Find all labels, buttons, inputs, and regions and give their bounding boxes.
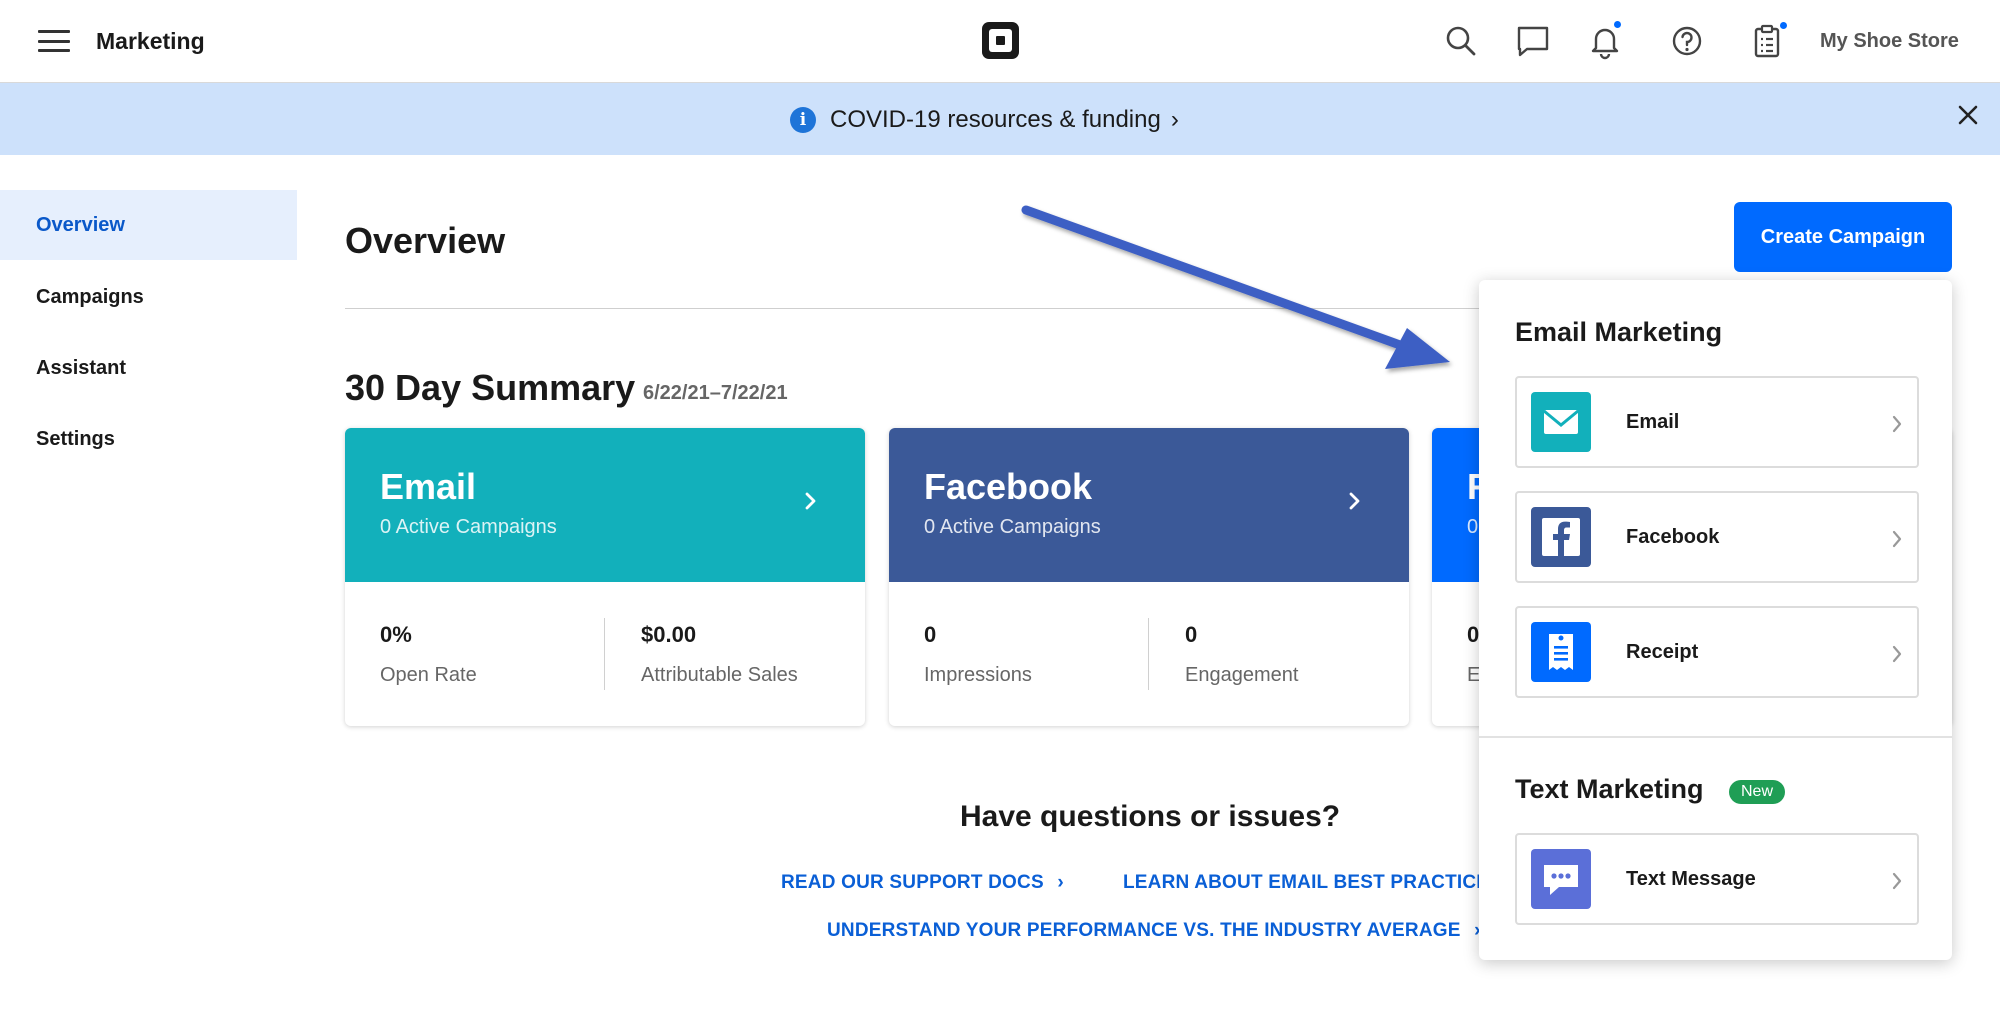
metric-label: Impressions [924, 664, 1032, 686]
sidebar-item-overview[interactable]: Overview [0, 190, 297, 260]
square-logo[interactable] [982, 22, 1019, 59]
email-best-practice-link[interactable]: LEARN ABOUT EMAIL BEST PRACTICE [1123, 872, 1489, 894]
covid-banner-link[interactable]: i COVID-19 resources & funding › [790, 105, 1179, 135]
metric-label: Open Rate [380, 664, 477, 686]
option-email[interactable]: Email [1515, 376, 1919, 468]
email-card-header[interactable]: Email 0 Active Campaigns [345, 428, 865, 582]
sidebar-item-assistant[interactable]: Assistant [0, 333, 297, 403]
metric-value: $0.00 [641, 622, 697, 647]
card-subtitle: 0 Active Campaigns [380, 516, 557, 538]
chat-icon[interactable] [1514, 22, 1552, 60]
top-bar: Marketing My Shoe Store [0, 0, 2000, 83]
new-badge: New [1729, 780, 1786, 804]
sidebar-item-campaigns[interactable]: Campaigns [0, 262, 297, 332]
summary-title: 30 Day Summary [345, 367, 636, 408]
envelope-icon [1531, 392, 1591, 452]
support-docs-link[interactable]: READ OUR SUPPORT DOCS › [781, 872, 1064, 894]
metric-value: 0 [924, 622, 937, 647]
facebook-card-header[interactable]: Facebook 0 Active Campaigns [889, 428, 1409, 582]
app-title: Marketing [96, 28, 205, 54]
option-facebook[interactable]: Facebook [1515, 491, 1919, 583]
industry-average-link[interactable]: UNDERSTAND YOUR PERFORMANCE VS. THE INDU… [827, 920, 1481, 942]
email-marketing-heading: Email Marketing [1515, 317, 1723, 347]
text-marketing-heading: Text Marketing [1515, 774, 1704, 804]
message-bubble-icon [1531, 849, 1591, 909]
metric-value: 0% [380, 622, 412, 647]
link-text: LEARN ABOUT EMAIL BEST PRACTICE [1123, 872, 1490, 893]
chevron-right-icon [805, 492, 816, 510]
metric-impressions: 0 Impressions [924, 622, 1032, 687]
summary-date-range: 6/22/21–7/22/21 [643, 382, 788, 404]
help-title: Have questions or issues? [960, 800, 1341, 833]
card-title: Email [380, 466, 477, 507]
link-text: UNDERSTAND YOUR PERFORMANCE VS. THE INDU… [827, 920, 1461, 941]
sidebar-item-settings[interactable]: Settings [0, 404, 297, 474]
info-icon: i [790, 107, 816, 133]
card-metrics: 0% Open Rate $0.00 Attributable Sales [345, 582, 865, 726]
option-label: Text Message [1626, 868, 1756, 890]
card-metrics: 0 Impressions 0 Engagement [889, 582, 1409, 726]
link-text: READ OUR SUPPORT DOCS [781, 872, 1044, 893]
option-receipt[interactable]: Receipt [1515, 606, 1919, 698]
bell-icon[interactable] [1586, 19, 1624, 60]
notification-dot [1778, 20, 1789, 31]
option-text-message[interactable]: Text Message [1515, 833, 1919, 925]
metric-divider [1148, 618, 1149, 690]
metric-engagement: 0 Engagement [1185, 622, 1298, 687]
metric-divider [604, 618, 605, 690]
create-campaign-button[interactable]: Create Campaign [1734, 202, 1952, 272]
clipboard-icon[interactable] [1748, 20, 1789, 60]
card-subtitle: 0 Active Campaigns [924, 516, 1101, 538]
help-icon[interactable] [1668, 22, 1706, 60]
metric-open-rate: 0% Open Rate [380, 622, 477, 687]
chevron-right-icon [1349, 492, 1360, 510]
option-label: Facebook [1626, 526, 1720, 548]
chevron-right-icon: › [1057, 872, 1064, 893]
facebook-icon [1531, 507, 1591, 567]
email-summary-card: Email 0 Active Campaigns 0% Open Rate $0… [345, 428, 865, 726]
card-title: Facebook [924, 466, 1093, 507]
search-icon[interactable] [1442, 22, 1480, 60]
receipt-icon [1531, 622, 1591, 682]
panel-separator [1479, 736, 1952, 738]
chevron-right-icon [1892, 645, 1902, 663]
notification-dot [1612, 19, 1623, 30]
banner-text: COVID-19 resources & funding [830, 106, 1161, 133]
chevron-right-icon [1892, 415, 1902, 433]
metric-attributable-sales: $0.00 Attributable Sales [641, 622, 798, 687]
page-title: Overview [345, 220, 506, 261]
create-campaign-dropdown: Email Marketing Email Facebook Receipt T… [1479, 280, 1952, 960]
chevron-right-icon [1892, 872, 1902, 890]
facebook-summary-card: Facebook 0 Active Campaigns 0 Impression… [889, 428, 1409, 726]
metric-label: Engagement [1185, 664, 1299, 686]
store-name[interactable]: My Shoe Store [1820, 30, 1959, 53]
option-label: Email [1626, 411, 1680, 433]
metric-label: Attributable Sales [641, 664, 798, 686]
metric-value: 0 [1185, 622, 1198, 647]
close-icon[interactable] [1955, 102, 1981, 128]
hamburger-icon[interactable] [38, 30, 70, 52]
chevron-right-icon [1892, 530, 1902, 548]
card-subtitle: 0 [1467, 516, 1479, 538]
covid-banner: i COVID-19 resources & funding › [0, 83, 2000, 155]
divider [345, 308, 1545, 309]
option-label: Receipt [1626, 641, 1699, 663]
chevron-right-icon: › [1170, 106, 1179, 133]
